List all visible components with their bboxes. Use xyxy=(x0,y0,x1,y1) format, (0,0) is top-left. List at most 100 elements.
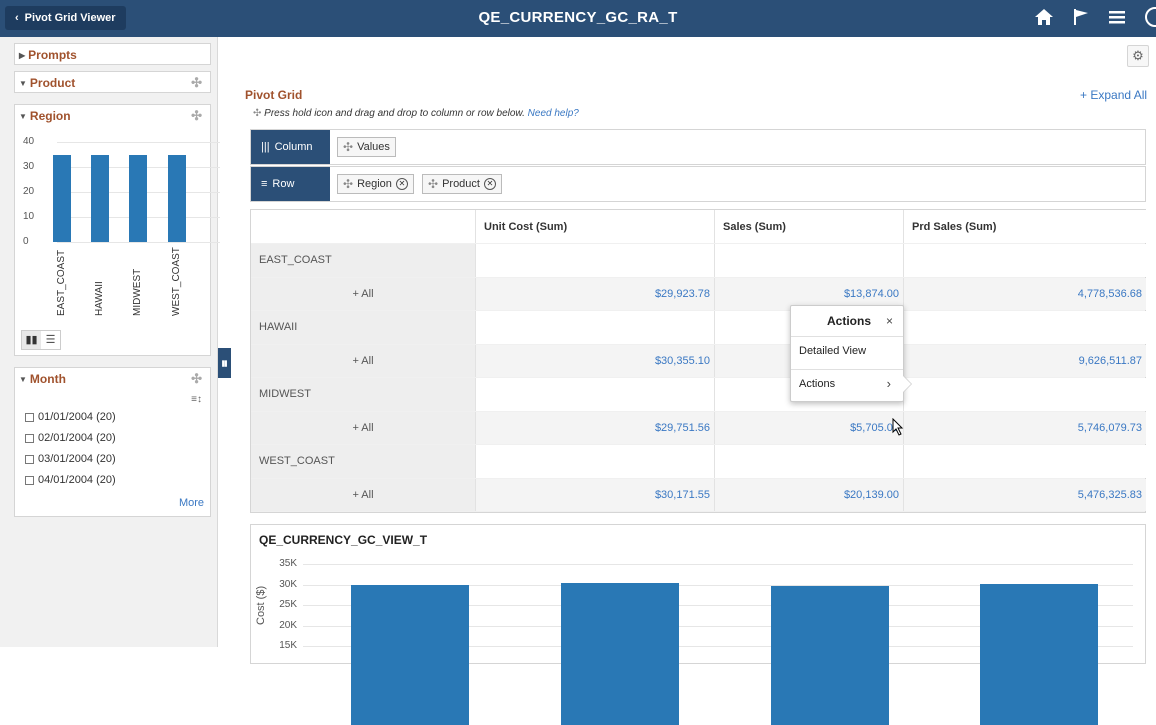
checkbox[interactable] xyxy=(25,433,34,443)
region-bar[interactable] xyxy=(168,154,186,242)
value-cell[interactable]: 5,476,325.83 xyxy=(903,478,1146,511)
value-cell[interactable]: $29,923.78 xyxy=(475,277,714,310)
cost-bar[interactable] xyxy=(980,583,1098,725)
month-section: ▼ Month ✣ ≡↕ 01/01/2004 (20) 02/01/2004 … xyxy=(14,367,211,517)
blank-cell xyxy=(475,311,714,344)
header-cell[interactable]: Sales (Sum) xyxy=(714,210,903,243)
move-icon: ✣ xyxy=(253,108,265,119)
table-row: + All $30,355.10 9,626,511.87 xyxy=(251,344,1146,378)
blank-cell xyxy=(903,378,1146,411)
y-tick-label: 25K xyxy=(279,599,297,610)
need-help-link[interactable]: Need help? xyxy=(528,108,579,119)
collapse-triangle-icon: ▼ xyxy=(19,78,27,88)
region-bar[interactable] xyxy=(129,154,147,242)
month-item[interactable]: 03/01/2004 (20) xyxy=(25,453,116,465)
y-tick-label: 30K xyxy=(279,578,297,590)
region-bar[interactable] xyxy=(91,154,109,242)
month-item[interactable]: 01/01/2004 (20) xyxy=(25,411,116,423)
cost-bar[interactable] xyxy=(561,583,679,725)
region-label: Region xyxy=(29,109,71,123)
product-chip[interactable]: ✣ Product ✕ xyxy=(422,174,502,194)
region-chip[interactable]: ✣ Region ✕ xyxy=(337,174,414,194)
region-header[interactable]: ▼ Region ✣ xyxy=(15,105,210,127)
month-item[interactable]: 04/01/2004 (20) xyxy=(25,474,116,486)
list-icon[interactable]: ☰ xyxy=(41,331,60,349)
menu-icon[interactable] xyxy=(1108,8,1126,26)
y-tick-label: 15K xyxy=(279,640,297,651)
table-row: + All $30,171.55 $20,139.00 5,476,325.83 xyxy=(251,478,1146,512)
collapse-triangle-icon: ▼ xyxy=(19,111,27,121)
prompts-label: Prompts xyxy=(28,48,77,62)
expand-all-cell[interactable]: + All xyxy=(251,478,475,511)
divider xyxy=(791,336,903,337)
move-icon[interactable]: ✣ xyxy=(191,371,202,387)
move-icon: ✣ xyxy=(343,177,354,191)
x-tick-label: EAST_COAST xyxy=(56,249,67,316)
cost-bar[interactable] xyxy=(351,584,469,725)
region-cell: WEST_COAST xyxy=(251,445,475,478)
expand-all-cell[interactable]: + All xyxy=(251,411,475,444)
values-chip[interactable]: ✣ Values xyxy=(337,137,396,157)
home-icon[interactable] xyxy=(1034,7,1054,27)
help-icon[interactable] xyxy=(1144,6,1156,28)
expand-all-link[interactable]: + Expand All xyxy=(1080,88,1147,102)
value-cell[interactable]: $30,355.10 xyxy=(475,344,714,377)
value-cell[interactable]: $30,171.55 xyxy=(475,478,714,511)
more-link[interactable]: More xyxy=(179,497,204,509)
remove-icon[interactable]: ✕ xyxy=(483,178,496,190)
divider xyxy=(791,369,903,370)
row-zone-label: ≡ Row xyxy=(251,167,330,201)
value-cell[interactable]: 5,746,079.73 xyxy=(903,411,1146,444)
blank-cell xyxy=(714,445,903,478)
value-cell[interactable]: $5,705.00 xyxy=(714,411,903,444)
y-tick-label: 40 xyxy=(23,136,35,147)
region-cell: EAST_COAST xyxy=(251,244,475,277)
value-cell[interactable]: 4,778,536.68 xyxy=(903,277,1146,310)
move-icon[interactable]: ✣ xyxy=(191,75,202,91)
actions-submenu-item[interactable]: Actions xyxy=(799,378,835,390)
header-cell[interactable]: Unit Cost (Sum) xyxy=(475,210,714,243)
gear-icon: ⚙ xyxy=(1132,48,1144,63)
value-cell[interactable]: 9,626,511.87 xyxy=(903,344,1146,377)
hint-text: Press hold icon and drag and drop to col… xyxy=(264,108,525,119)
cost-bar[interactable] xyxy=(771,585,889,725)
month-item[interactable]: 02/01/2004 (20) xyxy=(25,432,116,444)
gridline xyxy=(303,564,1133,565)
close-icon[interactable]: × xyxy=(886,314,893,328)
expand-all-cell[interactable]: + All xyxy=(251,277,475,310)
panel-collapse-handle[interactable]: ⏸ xyxy=(218,348,231,378)
month-header[interactable]: ▼ Month ✣ xyxy=(15,368,210,390)
table-row: HAWAII xyxy=(251,311,1146,345)
top-icons xyxy=(1034,6,1156,28)
chip-label: Product xyxy=(442,178,480,190)
y-tick-label: 10 xyxy=(23,211,35,222)
header-cell[interactable]: Prd Sales (Sum) xyxy=(903,210,1146,243)
prompts-section[interactable]: ▶ Prompts xyxy=(14,43,211,65)
column-zone: ||| Column ✣ Values xyxy=(250,129,1146,165)
flag-icon[interactable] xyxy=(1072,7,1090,27)
checkbox[interactable] xyxy=(25,412,34,422)
gridline xyxy=(57,242,220,243)
value-cell[interactable]: $29,751.56 xyxy=(475,411,714,444)
bar-chart-icon[interactable]: ▮▮ xyxy=(22,331,41,349)
move-icon[interactable]: ✣ xyxy=(191,108,202,124)
month-item-label: 02/01/2004 (20) xyxy=(38,432,116,444)
settings-gear-button[interactable]: ⚙ xyxy=(1127,45,1149,67)
value-cell[interactable]: $20,139.00 xyxy=(714,478,903,511)
remove-icon[interactable]: ✕ xyxy=(395,178,408,190)
columns-icon: ||| xyxy=(261,141,270,153)
y-tick-label: 35K xyxy=(279,558,297,569)
product-section[interactable]: ▼ Product ✣ xyxy=(14,71,211,93)
region-bar[interactable] xyxy=(53,154,71,242)
drag-hint: ✣ Press hold icon and drag and drop to c… xyxy=(253,108,579,119)
checkbox[interactable] xyxy=(25,475,34,485)
expand-triangle-icon: ▶ xyxy=(19,50,26,60)
x-tick-label: WEST_COAST xyxy=(171,247,182,316)
detailed-view-item[interactable]: Detailed View xyxy=(799,345,866,357)
blank-cell xyxy=(475,244,714,277)
sort-icon[interactable]: ≡↕ xyxy=(191,394,202,405)
popup-title: Actions xyxy=(827,314,872,328)
checkbox[interactable] xyxy=(25,454,34,464)
filter-panel: ▶ Prompts ▼ Product ✣ ▼ Region ✣ 40 30 20 1… xyxy=(0,37,220,647)
expand-all-cell[interactable]: + All xyxy=(251,344,475,377)
